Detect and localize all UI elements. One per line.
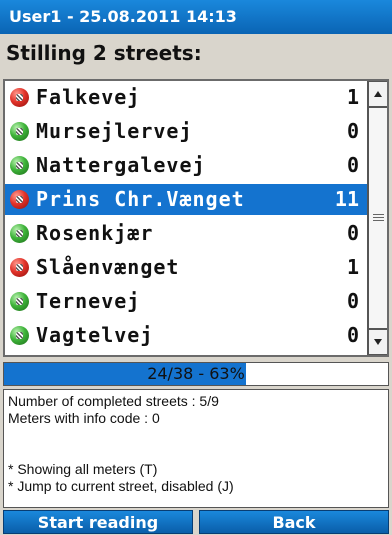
showing-meters-text: * Showing all meters (T) [8,461,158,477]
meter-count: 0 [346,221,359,245]
arrow-down-icon [374,339,382,345]
street-name: Ternevej [36,289,141,313]
info-code-text: Meters with info code : 0 [8,410,160,426]
page-title: Stilling 2 streets: [6,41,202,65]
street-name: Rosenkjær [36,221,154,245]
meter-count: 0 [346,153,359,177]
meter-count: 11 [334,187,359,211]
start-reading-button[interactable]: Start reading [3,510,193,534]
street-row[interactable]: Nattergalevej 0 [5,150,367,181]
meter-count: 0 [346,289,359,313]
meter-count: 0 [346,119,359,143]
jump-street-text: * Jump to current street, disabled (J) [8,478,234,494]
meter-count: 1 [346,85,359,109]
street-row[interactable]: Prins Chr.Vænget 11 [5,184,367,215]
status-green-icon [10,292,29,311]
arrow-up-icon [374,91,382,97]
window-title: User1 - 25.08.2011 14:13 [0,0,392,34]
street-name: Mursejlervej [36,119,193,143]
status-green-icon [10,122,29,141]
street-row[interactable]: Slåenvænget 1 [5,252,367,283]
status-green-icon [10,156,29,175]
street-name: Vagtelvej [36,323,154,347]
street-row[interactable]: Ternevej 0 [5,286,367,317]
street-name: Falkevej [36,85,141,109]
street-row[interactable]: Falkevej 1 [5,82,367,113]
status-red-icon [10,88,29,107]
meter-count: 0 [346,323,359,347]
progress-bar: 24/38 - 63% [3,362,389,386]
status-red-icon [10,190,29,209]
street-name: Nattergalevej [36,153,206,177]
scroll-thumb[interactable] [368,107,387,329]
meter-count: 1 [346,255,359,279]
status-green-icon [10,224,29,243]
street-name: Slåenvænget [36,255,180,279]
scroll-down-button[interactable] [368,329,387,355]
list-scrollbar[interactable] [367,81,387,355]
completed-streets-text: Number of completed streets : 5/9 [8,393,219,409]
street-list[interactable]: Falkevej 1 Mursejlervej 0 Nattergalevej 0 Prin… [3,79,389,357]
status-green-icon [10,326,29,345]
scroll-up-button[interactable] [368,81,387,107]
status-red-icon [10,258,29,277]
progress-text: 24/38 - 63% [147,364,245,383]
street-row[interactable]: Vagtelvej 0 [5,320,367,351]
back-button[interactable]: Back [199,510,389,534]
street-name: Prins Chr.Vænget [36,187,245,211]
info-panel: Number of completed streets : 5/9 Meters… [3,389,389,508]
street-row[interactable]: Rosenkjær 0 [5,218,367,249]
street-row[interactable]: Mursejlervej 0 [5,116,367,147]
